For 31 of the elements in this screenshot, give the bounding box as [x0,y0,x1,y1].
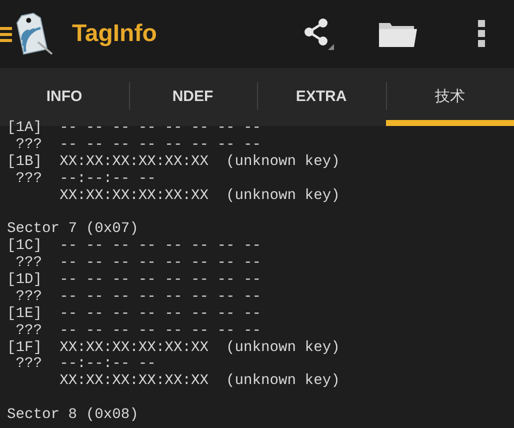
sector-heading: Sector 8 (0x08) [7,407,138,424]
row-value: XX:XX:XX:XX:XX:XX (unknown key) [60,188,340,204]
row-label: [1E] [7,306,44,323]
row-label: [1C] [7,238,44,256]
row-value: XX:XX:XX:XX:XX:XX (unknown key) [60,340,340,356]
row-label: ??? [14,255,44,272]
app-title: TagInfo [72,20,157,48]
menu-icon[interactable] [0,25,12,43]
row-label: ??? [14,288,44,306]
row-label: [1F] [7,340,44,356]
row-label: [1D] [7,272,44,289]
tab[interactable]: 技术 [386,68,514,126]
row-value: -- -- -- -- -- -- -- -- [60,306,262,323]
row-value: --:--:-- -- [60,170,156,188]
row-value: -- -- -- -- -- -- -- -- [60,255,262,272]
row-value: XX:XX:XX:XX:XX:XX (unknown key) [60,373,340,390]
row-label: ??? [14,170,44,188]
row-label: ??? [14,356,44,374]
more-icon[interactable] [478,20,486,48]
row-value: --:--:-- -- [60,356,156,374]
row-label: [1B] [7,154,44,171]
row-value: -- -- -- -- -- -- -- -- [60,136,262,154]
row-value: -- -- -- -- -- -- -- -- [60,238,262,256]
row-value: -- -- -- -- -- -- -- -- [60,322,262,340]
sector-heading: Sector 7 (0x07) [7,221,138,238]
row-value: -- -- -- -- -- -- -- -- [60,272,262,289]
row-label: ??? [14,322,44,340]
row-label: ??? [14,136,44,154]
row-value: XX:XX:XX:XX:XX:XX (unknown key) [60,154,340,171]
row-label: [1A] [7,120,44,137]
row-value: -- -- -- -- -- -- -- -- [60,288,262,306]
